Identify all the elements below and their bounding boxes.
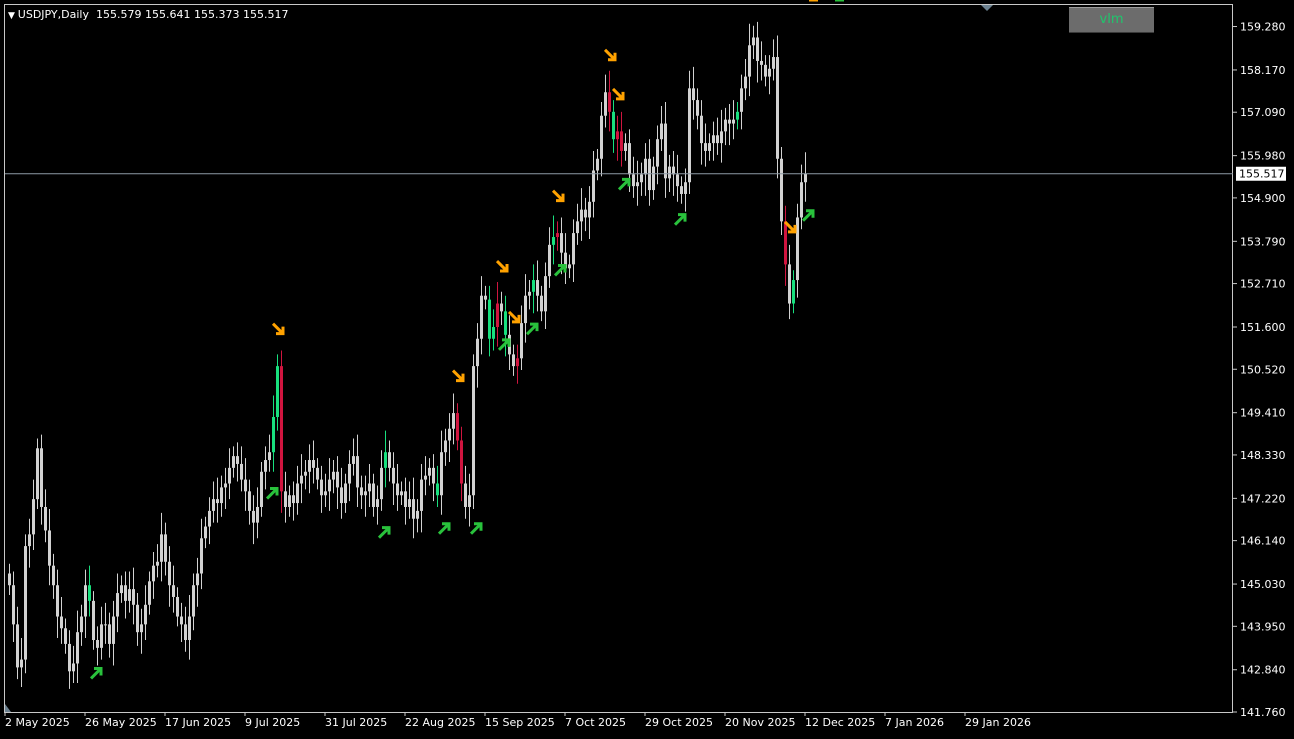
candle	[472, 354, 475, 509]
price-tick-label: 158.170	[1240, 64, 1286, 77]
price-tick-label: 146.140	[1240, 535, 1286, 548]
price-tick-label: 142.840	[1240, 664, 1286, 677]
time-tick-label: 31 Jul 2025	[325, 716, 387, 729]
current-price-marker: 155.517	[1236, 166, 1286, 181]
price-tick-label: 141.760	[1240, 706, 1286, 719]
time-tick-label: 7 Oct 2025	[565, 716, 626, 729]
price-tick-label: 150.520	[1240, 363, 1286, 376]
candle	[688, 70, 691, 194]
time-tick-label: 12 Dec 2025	[805, 716, 875, 729]
candle	[24, 534, 27, 674]
price-tick-label: 149.410	[1240, 407, 1286, 420]
price-tick-label: 157.090	[1240, 106, 1286, 119]
time-tick-label: 15 Sep 2025	[485, 716, 555, 729]
time-tick-label: 2 May 2025	[5, 716, 70, 729]
chart-header: ▼ USDJPY,Daily 155.579 155.641 155.373 1…	[8, 8, 288, 21]
candle	[36, 438, 39, 509]
price-tick-label: 145.030	[1240, 578, 1286, 591]
ohlc-values: 155.579 155.641 155.373 155.517	[96, 8, 289, 21]
vlm-indicator-button[interactable]: vlm	[1069, 7, 1154, 33]
time-tick-label: 26 May 2025	[85, 716, 157, 729]
time-tick-label: 29 Jan 2026	[965, 716, 1031, 729]
time-tick-label: 22 Aug 2025	[405, 716, 475, 729]
price-tick-label: 143.950	[1240, 620, 1286, 633]
price-tick-label: 154.900	[1240, 192, 1286, 205]
chart-svg: 159.280 158.170 157.090 155.980 154.900 153.7…	[0, 0, 1294, 739]
price-tick-label: 151.600	[1240, 321, 1286, 334]
price-tick-label: 152.710	[1240, 278, 1286, 291]
candle	[280, 350, 283, 513]
time-tick-label: 29 Oct 2025	[645, 716, 713, 729]
price-tick-label: 153.790	[1240, 235, 1286, 248]
price-tick-label: 148.330	[1240, 449, 1286, 462]
current-price-label: 155.517	[1239, 168, 1285, 181]
symbol-timeframe: USDJPY,Daily	[17, 8, 89, 21]
triangle-down-icon[interactable]: ▼	[8, 11, 18, 21]
price-tick-label: 155.980	[1240, 150, 1286, 163]
time-tick-label: 9 Jul 2025	[245, 716, 300, 729]
price-tick-label: 147.220	[1240, 492, 1286, 505]
time-tick-label: 7 Jan 2026	[885, 716, 944, 729]
price-tick-label: 159.280	[1240, 21, 1286, 34]
time-tick-label: 20 Nov 2025	[725, 716, 795, 729]
time-tick-label: 17 Jun 2025	[165, 716, 231, 729]
